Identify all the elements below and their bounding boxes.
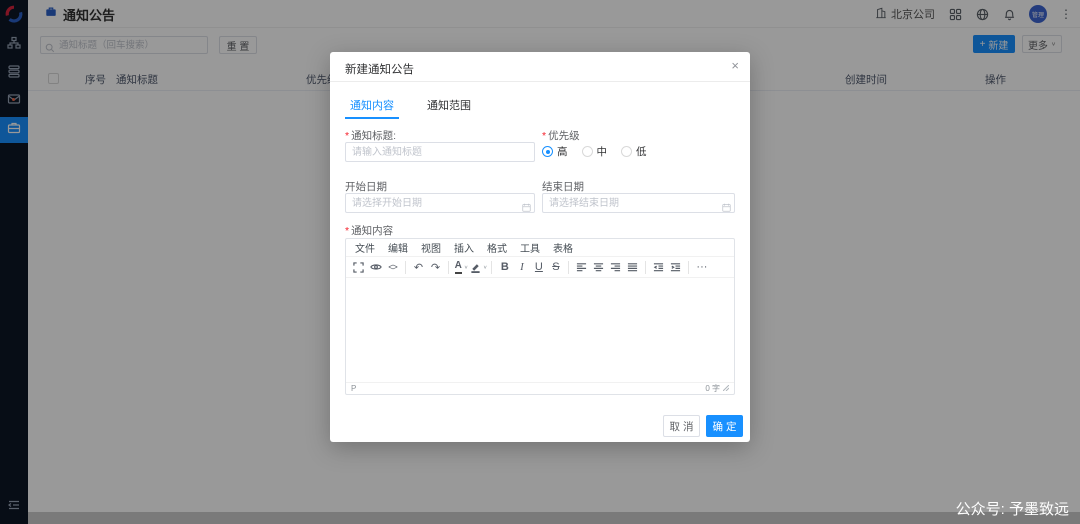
end-date-label: 结束日期 [542,181,584,193]
modal-title: 新建通知公告 [345,64,414,76]
italic-button[interactable]: I [513,258,530,276]
modal-tabs: 通知内容 通知范围 [345,97,476,119]
start-date-input[interactable] [345,193,535,213]
align-justify-icon[interactable] [624,258,641,276]
new-announcement-modal: 新建通知公告 × 通知内容 通知范围 *通知标题: *优先级 高 中 低 开始日… [330,52,750,442]
outdent-icon[interactable] [650,258,667,276]
redo-icon[interactable]: ↷ [427,258,444,276]
editor-statusbar: P 0 字 [346,382,734,394]
align-center-icon[interactable] [590,258,607,276]
tab-notice-scope[interactable]: 通知范围 [422,97,476,119]
rich-text-editor: 文件 编辑 视图 插入 格式 工具 表格 <> ↶ ↷ A ∨ ∨ B I U … [345,238,735,395]
editor-menubar: 文件 编辑 视图 插入 格式 工具 表格 [346,239,734,256]
more-tools-icon[interactable]: ··· [693,258,710,276]
align-right-icon[interactable] [607,258,624,276]
menu-view[interactable]: 视图 [421,240,441,255]
strikethrough-button[interactable]: S [547,258,564,276]
title-input[interactable] [345,142,535,162]
app-window: 通知公告 北京公司 管理 ⋮ 重 [0,0,1080,524]
confirm-button[interactable]: 确 定 [706,415,743,437]
word-count: 0 字 [705,384,720,393]
undo-icon[interactable]: ↶ [410,258,427,276]
resize-grip-icon[interactable] [722,384,730,393]
end-date-input[interactable] [542,193,735,213]
menu-file[interactable]: 文件 [355,240,375,255]
content-field-label: * 通知内容 [345,225,394,237]
chevron-down-icon: ∨ [463,265,469,270]
align-left-icon[interactable] [573,258,590,276]
editor-content-area[interactable] [346,278,734,382]
priority-field-label: * 优先级 [542,130,580,142]
highlight-color-button[interactable]: ∨ [470,258,487,276]
source-code-icon[interactable]: <> [384,258,401,276]
priority-radio-low[interactable]: 低 [621,144,647,159]
menu-format[interactable]: 格式 [487,240,507,255]
fullscreen-icon[interactable] [350,258,367,276]
chevron-down-icon: ∨ [483,265,488,270]
cancel-button[interactable]: 取 消 [663,415,700,437]
editor-toolbar: <> ↶ ↷ A ∨ ∨ B I U S ··· [346,256,734,278]
underline-button[interactable]: U [530,258,547,276]
menu-insert[interactable]: 插入 [454,240,474,255]
priority-radio-group: 高 中 低 [542,144,647,159]
tab-notice-content[interactable]: 通知内容 [345,97,399,119]
watermark-text: 公众号: 予墨致远 [955,501,1069,518]
indent-icon[interactable] [667,258,684,276]
bold-button[interactable]: B [496,258,513,276]
modal-header: 新建通知公告 × [330,52,750,82]
menu-tools[interactable]: 工具 [520,240,540,255]
menu-table[interactable]: 表格 [553,240,573,255]
menu-edit[interactable]: 编辑 [388,240,408,255]
element-path: P [351,384,357,393]
priority-radio-medium[interactable]: 中 [581,144,607,159]
text-color-button[interactable]: A ∨ [453,258,470,276]
preview-eye-icon[interactable] [367,258,384,276]
title-field-label: * 通知标题: [345,130,397,142]
priority-radio-high[interactable]: 高 [542,144,568,159]
close-icon[interactable]: × [731,59,739,72]
start-date-label: 开始日期 [345,181,387,193]
